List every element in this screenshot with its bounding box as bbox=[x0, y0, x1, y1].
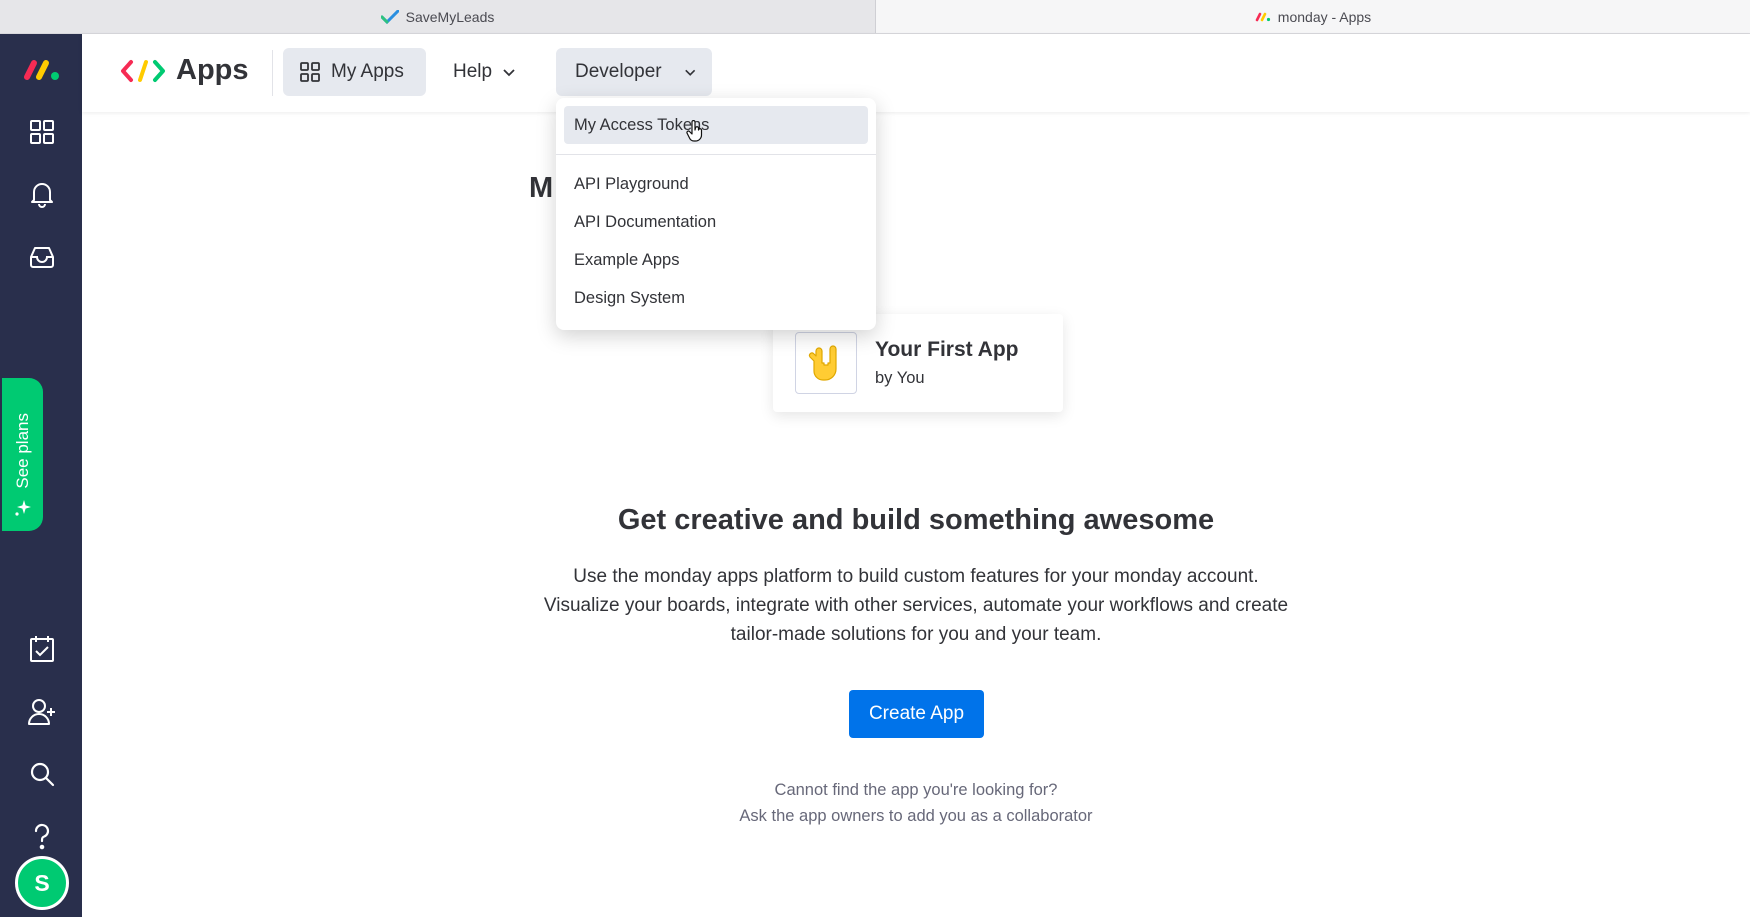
help-label: Help bbox=[453, 61, 493, 82]
search-icon[interactable] bbox=[24, 756, 60, 792]
developer-label: Developer bbox=[575, 61, 662, 82]
question-icon[interactable] bbox=[24, 819, 60, 855]
calendar-check-icon[interactable] bbox=[24, 631, 60, 667]
top-header: Apps My Apps Help Developer bbox=[82, 34, 1750, 112]
see-plans-label: See plans bbox=[12, 413, 32, 489]
rock-hand-emoji-icon bbox=[795, 332, 857, 394]
hint-line: Cannot find the app you're looking for? bbox=[774, 781, 1058, 799]
grid-icon bbox=[300, 62, 320, 82]
add-user-icon[interactable] bbox=[24, 694, 60, 730]
sample-app-name: Your First App bbox=[875, 338, 1019, 361]
my-apps-label: My Apps bbox=[331, 61, 404, 82]
collaborator-hint: Cannot find the app you're looking for? … bbox=[616, 777, 1216, 829]
description-line: Visualize your boards, integrate with ot… bbox=[543, 595, 1289, 616]
menu-item-design-system[interactable]: Design System bbox=[564, 279, 868, 317]
monday-logo-icon bbox=[1255, 12, 1270, 21]
menu-item-api-playground[interactable]: API Playground bbox=[564, 165, 868, 203]
help-menu-button[interactable]: Help bbox=[437, 48, 532, 96]
description-line: tailor-made solutions for you and your t… bbox=[730, 624, 1102, 645]
hand-cursor-icon bbox=[686, 120, 703, 142]
browser-tab-label: monday - Apps bbox=[1277, 8, 1372, 25]
user-avatar[interactable]: S bbox=[15, 856, 69, 910]
chevron-down-icon bbox=[503, 68, 515, 76]
empty-state-description: Use the monday apps platform to build cu… bbox=[516, 562, 1316, 649]
menu-divider bbox=[556, 154, 876, 155]
inbox-icon[interactable] bbox=[24, 239, 60, 275]
menu-item-my-access-tokens[interactable]: My Access Tokens bbox=[564, 106, 868, 144]
browser-tab-monday-apps[interactable]: monday - Apps bbox=[876, 0, 1750, 33]
browser-tab-strip: SaveMyLeads monday - Apps bbox=[0, 0, 1750, 34]
left-sidebar: See plans S bbox=[0, 34, 82, 917]
sample-app-author: by You bbox=[875, 369, 925, 387]
menu-item-example-apps[interactable]: Example Apps bbox=[564, 241, 868, 279]
developer-dropdown-menu: My Access Tokens API Playground API Docu… bbox=[556, 98, 876, 330]
menu-item-api-documentation[interactable]: API Documentation bbox=[564, 203, 868, 241]
page-title: M bbox=[529, 172, 554, 204]
browser-tab-savemyleads[interactable]: SaveMyLeads bbox=[0, 0, 876, 33]
monday-home-logo-icon[interactable] bbox=[20, 52, 64, 88]
create-app-button[interactable]: Create App bbox=[849, 690, 984, 738]
savemyleads-check-icon bbox=[380, 9, 399, 24]
browser-tab-label: SaveMyLeads bbox=[405, 8, 495, 25]
chevron-down-icon bbox=[684, 69, 695, 76]
my-apps-button[interactable]: My Apps bbox=[283, 48, 426, 96]
hint-line: Ask the app owners to add you as a colla… bbox=[739, 807, 1093, 825]
code-brackets-icon bbox=[121, 59, 165, 82]
apps-logo[interactable]: Apps bbox=[120, 54, 249, 87]
header-divider bbox=[272, 50, 273, 96]
grid-icon[interactable] bbox=[24, 114, 60, 150]
apps-title: Apps bbox=[176, 54, 249, 86]
developer-menu-button[interactable]: Developer bbox=[556, 48, 712, 96]
empty-state-headline: Get creative and build something awesome bbox=[617, 504, 1215, 536]
description-line: Use the monday apps platform to build cu… bbox=[573, 566, 1259, 587]
bell-icon[interactable] bbox=[24, 176, 60, 212]
